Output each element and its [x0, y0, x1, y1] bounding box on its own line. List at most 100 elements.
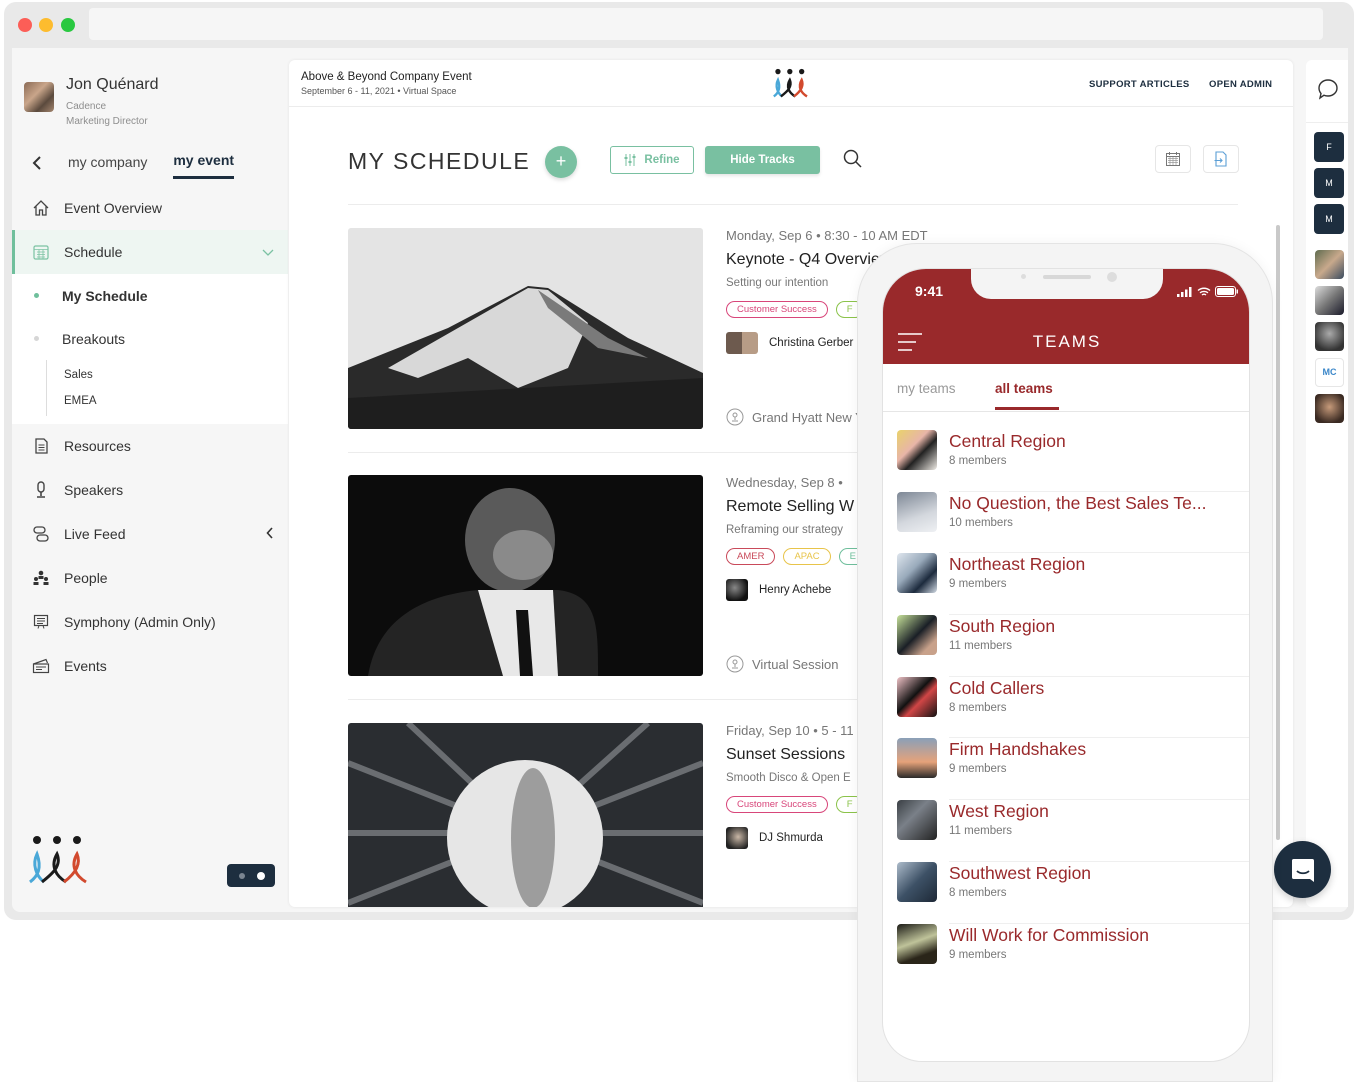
- team-list: Central Region 8 members No Question, th…: [883, 412, 1249, 968]
- phone-title: TEAMS: [1032, 332, 1102, 351]
- main-nav: Event Overview Schedule My Schedule Brea…: [12, 186, 288, 688]
- brand-logo: [28, 834, 90, 893]
- team-item[interactable]: Cold Callers 8 members: [883, 659, 1249, 739]
- back-chevron-icon[interactable]: [32, 155, 46, 176]
- signal-icon: [1177, 286, 1192, 297]
- calendar-view-button[interactable]: [1155, 145, 1191, 173]
- session-image-disco: [348, 723, 703, 907]
- user-profile[interactable]: Jon Quénard Cadence Marketing Director: [24, 76, 159, 129]
- address-bar[interactable]: [89, 8, 1323, 40]
- user-name: Jon Quénard: [66, 76, 159, 93]
- rail-avatar[interactable]: [1315, 250, 1344, 279]
- user-company: Cadence: [66, 101, 107, 112]
- subnav-breakouts[interactable]: Breakouts: [12, 317, 288, 360]
- team-item[interactable]: Will Work for Commission 9 members: [883, 906, 1249, 968]
- rail-badge[interactable]: F: [1314, 132, 1344, 162]
- team-item[interactable]: No Question, the Best Sales Te... 10 mem…: [883, 474, 1249, 554]
- left-sidebar: Jon Quénard Cadence Marketing Director m…: [12, 48, 288, 912]
- live-feed-icon: [32, 525, 50, 543]
- team-image: [897, 923, 937, 964]
- track-sales[interactable]: Sales: [64, 362, 288, 388]
- chevron-down-icon[interactable]: [262, 245, 274, 260]
- hide-tracks-button[interactable]: Hide Tracks: [705, 146, 820, 174]
- nav-label: Symphony (Admin Only): [64, 614, 216, 630]
- calendar-grid-icon: [1166, 152, 1180, 166]
- rail-avatar[interactable]: [1315, 286, 1344, 315]
- user-avatar: [24, 82, 54, 112]
- team-name: Cold Callers: [949, 677, 1045, 698]
- speaker-name: Henry Achebe: [759, 584, 832, 596]
- tag[interactable]: Customer Success: [726, 301, 828, 318]
- phone-notch: [971, 269, 1163, 299]
- team-image: [897, 430, 937, 470]
- add-session-button[interactable]: +: [545, 146, 577, 178]
- export-button[interactable]: [1203, 145, 1239, 173]
- rail-badge[interactable]: M: [1314, 204, 1344, 234]
- nav-item-event-overview[interactable]: Event Overview: [12, 186, 288, 230]
- open-admin-link[interactable]: OPEN ADMIN: [1209, 79, 1272, 90]
- calendar-icon: [32, 243, 50, 261]
- chat-bubble-icon[interactable]: [1317, 78, 1339, 105]
- nav-item-events[interactable]: Events: [12, 644, 288, 688]
- subnav-my-schedule[interactable]: My Schedule: [12, 274, 288, 317]
- tag[interactable]: APAC: [783, 548, 831, 565]
- nav-item-people[interactable]: People: [12, 556, 288, 600]
- help-chat-button[interactable]: [1274, 841, 1331, 898]
- maximize-window-button[interactable]: [61, 18, 75, 32]
- top-logo[interactable]: [772, 68, 810, 105]
- file-import-icon: [1214, 151, 1227, 167]
- tab-all-teams[interactable]: all teams: [995, 381, 1053, 396]
- tab-my-event[interactable]: my event: [173, 152, 235, 179]
- refine-button[interactable]: Refine: [610, 146, 694, 174]
- close-window-button[interactable]: [18, 18, 32, 32]
- team-image: [897, 800, 937, 841]
- rail-company-logo[interactable]: MC: [1315, 358, 1344, 387]
- document-icon: [32, 437, 50, 455]
- nav-item-schedule[interactable]: Schedule: [12, 230, 288, 274]
- rail-badge[interactable]: M: [1314, 168, 1344, 198]
- team-image: [897, 676, 937, 717]
- chevron-left-icon[interactable]: [266, 526, 274, 542]
- rail-avatar[interactable]: [1315, 322, 1344, 351]
- search-icon[interactable]: [843, 149, 863, 174]
- track-emea[interactable]: EMEA: [64, 388, 288, 414]
- scrollbar[interactable]: [1276, 225, 1280, 840]
- session-image-mountain: [348, 228, 703, 429]
- tab-my-company[interactable]: my company: [68, 154, 147, 178]
- team-image: [897, 491, 937, 532]
- people-icon: [32, 569, 50, 587]
- team-item[interactable]: South Region 11 members: [883, 597, 1249, 677]
- speaker-avatar: [726, 332, 758, 354]
- context-tabs: my company my event: [32, 152, 260, 179]
- team-item[interactable]: West Region 11 members: [883, 782, 1249, 862]
- rail-avatar[interactable]: [1315, 394, 1344, 423]
- nav-label: Events: [64, 658, 107, 674]
- tag[interactable]: AMER: [726, 548, 776, 565]
- tag[interactable]: Customer Success: [726, 796, 828, 813]
- support-articles-link[interactable]: SUPPORT ARTICLES: [1089, 79, 1190, 90]
- dot-icon: [34, 336, 39, 341]
- team-name: Southwest Region: [949, 862, 1092, 883]
- wifi-icon: [1197, 287, 1211, 296]
- divider: [348, 204, 1238, 205]
- phone-tabs: my teams all teams: [883, 364, 1249, 412]
- nav-item-symphony[interactable]: Symphony (Admin Only): [12, 600, 288, 644]
- team-name: Northeast Region: [949, 554, 1086, 575]
- phone-header: 9:41 TEAMS: [883, 269, 1249, 364]
- nav-label: Speakers: [64, 482, 124, 498]
- toggle-dot-off: [239, 873, 245, 879]
- nav-item-resources[interactable]: Resources: [12, 424, 288, 468]
- team-item[interactable]: Northeast Region 9 members: [883, 535, 1249, 616]
- team-item[interactable]: Central Region 8 members: [883, 412, 1249, 492]
- nav-label: Live Feed: [64, 526, 126, 542]
- tab-my-teams[interactable]: my teams: [897, 381, 956, 396]
- team-member-count: 8 members: [949, 701, 1007, 714]
- session-date: Monday, Sep 6 • 8:30 - 10 AM EDT: [726, 228, 928, 243]
- view-toggle[interactable]: [227, 864, 275, 887]
- team-item[interactable]: Firm Handshakes 9 members: [883, 720, 1249, 801]
- team-item[interactable]: Southwest Region 8 members: [883, 844, 1249, 924]
- minimize-window-button[interactable]: [39, 18, 53, 32]
- nav-item-speakers[interactable]: Speakers: [12, 468, 288, 512]
- team-member-count: 9 members: [949, 948, 1007, 961]
- nav-item-live-feed[interactable]: Live Feed: [12, 512, 288, 556]
